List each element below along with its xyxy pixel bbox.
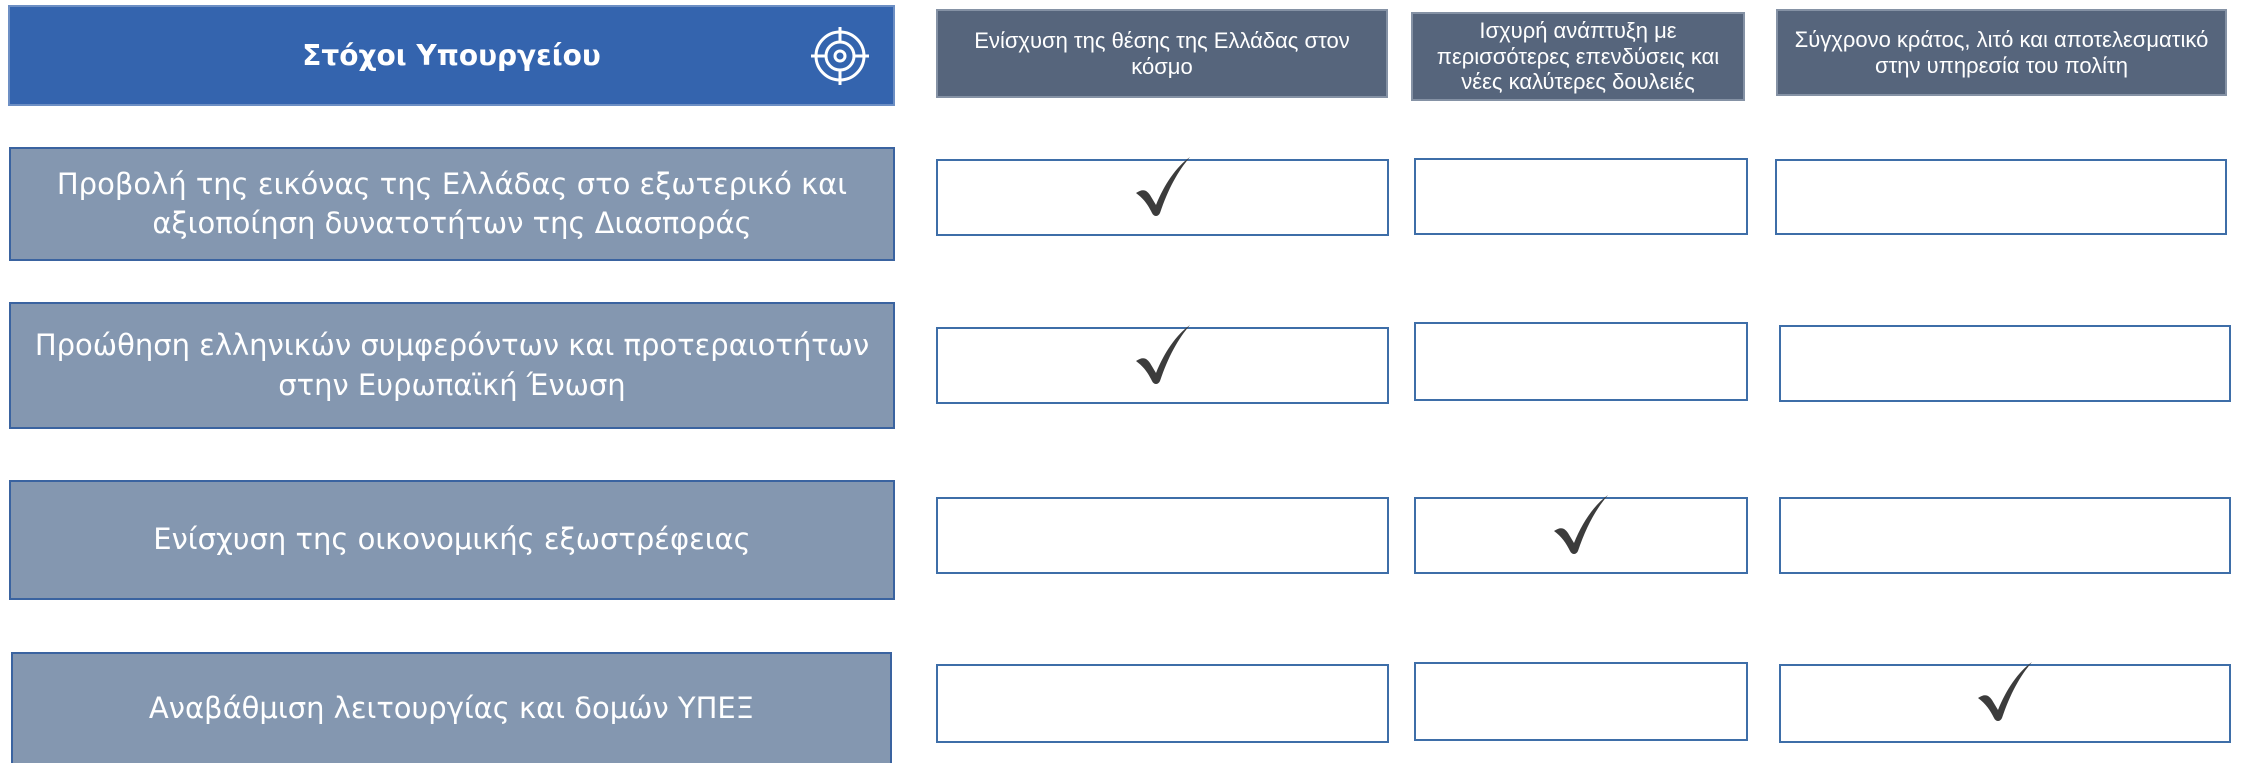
checkmark-icon bbox=[1135, 325, 1190, 384]
goal-row-economic-extroversion: Ενίσχυση της οικονομικής εξωστρέφειας bbox=[9, 480, 895, 600]
check-cell[interactable] bbox=[1779, 662, 2231, 743]
column-header-world-position: Ενίσχυση της θέσης της Ελλάδας στον κόσμ… bbox=[936, 9, 1388, 98]
check-cell[interactable] bbox=[1414, 495, 1748, 574]
check-cell[interactable] bbox=[1414, 322, 1748, 401]
title-box: Στόχοι Υπουργείου bbox=[8, 5, 895, 106]
checkmark-icon bbox=[1978, 662, 2032, 721]
check-cell[interactable] bbox=[1779, 325, 2231, 402]
target-icon bbox=[811, 26, 869, 85]
check-cell[interactable] bbox=[1779, 497, 2231, 574]
checkmark-icon bbox=[1554, 495, 1608, 554]
check-cell[interactable] bbox=[936, 664, 1389, 743]
check-cell[interactable] bbox=[1414, 158, 1748, 235]
goal-row-eu-interests: Προώθηση ελληνικών συμφερόντων και προτε… bbox=[9, 302, 895, 429]
check-cell[interactable] bbox=[1414, 662, 1748, 741]
check-cell[interactable] bbox=[1775, 159, 2227, 235]
column-header-growth: Ισχυρή ανάπτυξη με περισσότερες επενδύσε… bbox=[1411, 12, 1745, 101]
column-header-modern-state: Σύγχρονο κράτος, λιτό και αποτελεσματικό… bbox=[1776, 9, 2227, 96]
check-cell[interactable] bbox=[936, 157, 1389, 236]
goal-row-ministry-upgrade: Αναβάθμιση λειτουργίας και δομών ΥΠΕΞ bbox=[11, 652, 892, 763]
checkmark-icon bbox=[1135, 157, 1190, 216]
check-cell[interactable] bbox=[936, 497, 1389, 574]
goal-row-image-diaspora: Προβολή της εικόνας της Ελλάδας στο εξωτ… bbox=[9, 147, 895, 261]
check-cell[interactable] bbox=[936, 325, 1389, 404]
page-title: Στόχοι Υπουργείου bbox=[302, 39, 601, 72]
